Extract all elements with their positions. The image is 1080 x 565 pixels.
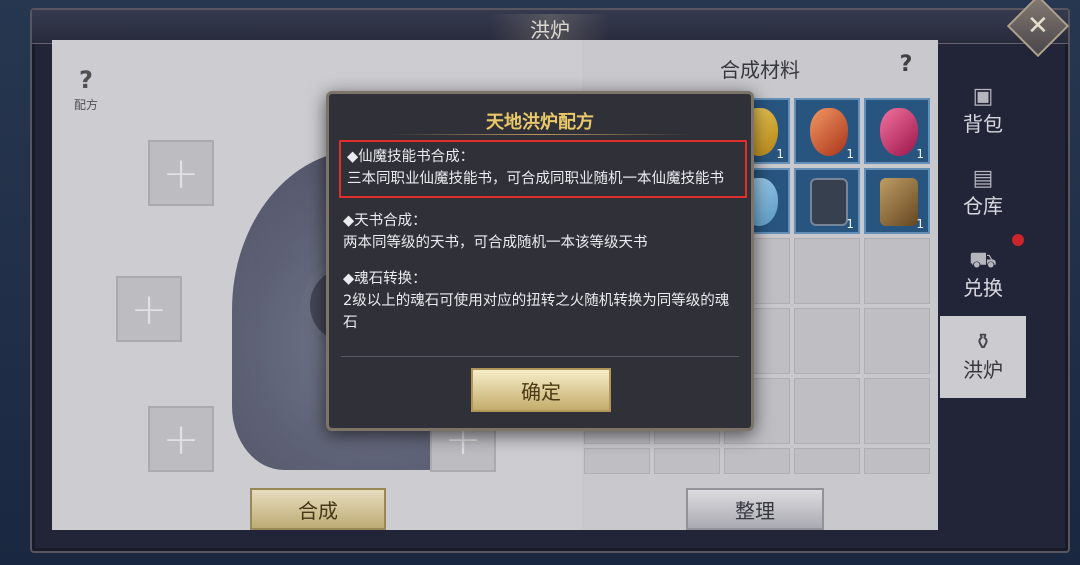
dialog-title: 天地洪炉配方	[486, 112, 594, 133]
recipe-list[interactable]: ◆仙魔技能书合成： 三本同职业仙魔技能书，可合成同职业随机一本仙魔技能书 ◆天书…	[339, 140, 747, 354]
dialog-divider	[341, 356, 739, 357]
recipe-rule-heavenbook: ◆天书合成： 两本同等级的天书，可合成随机一本该等级天书	[339, 210, 747, 254]
title-divider	[389, 134, 691, 135]
recipe-rule-skillbook: ◆仙魔技能书合成： 三本同职业仙魔技能书，可合成同职业随机一本仙魔技能书	[339, 140, 747, 198]
rule-name: ◆天书合成：	[343, 213, 427, 229]
recipe-dialog: 天地洪炉配方 ◆仙魔技能书合成： 三本同职业仙魔技能书，可合成同职业随机一本仙魔…	[326, 91, 754, 431]
rule-desc: 2级以上的魂石可使用对应的扭转之火随机转换为同等级的魂石	[343, 293, 730, 331]
rule-desc: 两本同等级的天书，可合成随机一本该等级天书	[343, 235, 648, 251]
recipe-rule-soulstone: ◆魂石转换： 2级以上的魂石可使用对应的扭转之火随机转换为同等级的魂石	[339, 268, 747, 334]
confirm-button[interactable]: 确定	[471, 368, 611, 412]
rule-desc: 三本同职业仙魔技能书，可合成同职业随机一本仙魔技能书	[347, 171, 724, 187]
rule-name: ◆魂石转换：	[343, 271, 427, 287]
rule-name: ◆仙魔技能书合成：	[347, 149, 475, 165]
